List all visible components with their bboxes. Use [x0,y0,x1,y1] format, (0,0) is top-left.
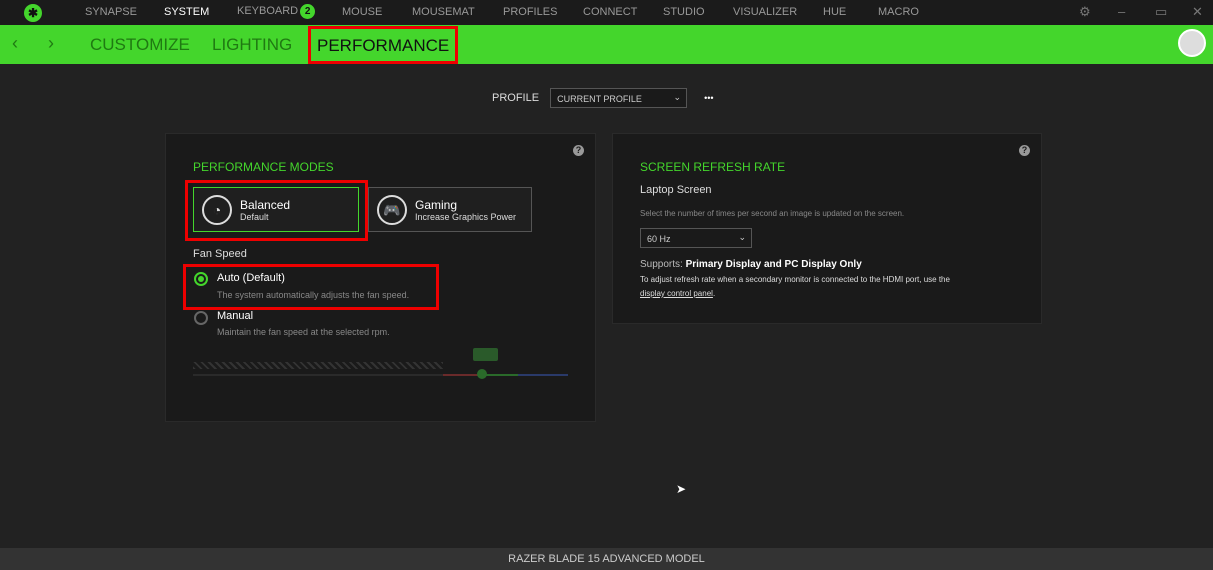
refresh-rate-panel: SCREEN REFRESH RATE ? Laptop Screen Sele… [612,133,1042,324]
refresh-rate-title: SCREEN REFRESH RATE [640,160,786,174]
fan-slider-red [443,374,478,376]
profile-label: PROFILE [492,92,540,104]
chevron-down-icon: ⌄ [673,92,682,102]
sub-nav: ‹ › CUSTOMIZE LIGHTING PERFORMANCE [0,25,1213,64]
refresh-rate-dropdown[interactable]: 60 Hz ⌄ [640,228,752,248]
razer-logo-icon[interactable]: ✱ [24,3,42,22]
nav-hue[interactable]: HUE [823,6,846,18]
forward-arrow-icon[interactable]: › [48,33,54,54]
top-nav: ✱ SYNAPSE SYSTEM KEYBOARD 2 MOUSE MOUSEMA… [0,0,1213,25]
tab-performance[interactable]: PERFORMANCE [308,26,459,64]
supports-label: Supports: [640,259,683,270]
laptop-screen-label: Laptop Screen [640,184,712,196]
nav-profiles[interactable]: PROFILES [503,6,557,18]
nav-connect[interactable]: CONNECT [583,6,637,18]
help-icon[interactable]: ? [573,145,584,156]
mode-sub: Increase Graphics Power [415,211,517,222]
profile-selector: PROFILE CURRENT PROFILE ⌄ ••• [492,88,714,108]
gamepad-icon: 🎮 [377,194,407,225]
fan-slider-handle[interactable] [477,369,487,379]
fan-slider-tooltip [473,348,498,361]
nav-synapse[interactable]: SYNAPSE [85,6,137,18]
supports-line: Supports: Primary Display and PC Display… [640,259,862,270]
fan-manual-label[interactable]: Manual [217,310,253,322]
nav-visualizer[interactable]: VISUALIZER [733,6,797,18]
refresh-rate-value: 60 Hz [647,234,671,244]
maximize-icon[interactable]: ▭ [1155,4,1167,20]
period: . [712,289,716,298]
nav-keyboard[interactable]: KEYBOARD 2 [237,4,316,19]
performance-modes-panel: PERFORMANCE MODES ? ◔ Balanced Default 🎮 … [165,133,596,422]
tab-lighting[interactable]: LIGHTING [212,35,292,55]
profile-value: CURRENT PROFILE [557,94,642,104]
chevron-down-icon: ⌄ [738,232,746,242]
nav-system[interactable]: SYSTEM [164,6,209,18]
nav-macro[interactable]: MACRO [878,6,919,18]
mouse-cursor-icon: ➤ [676,482,687,496]
highlight-box [185,180,368,241]
highlight-box [183,264,439,310]
fan-speed-label: Fan Speed [193,248,247,260]
display-control-panel-link[interactable]: display control panel [640,289,713,298]
profile-dropdown[interactable]: CURRENT PROFILE ⌄ [550,88,688,108]
fan-manual-desc: Maintain the fan speed at the selected r… [217,327,390,337]
more-options-button[interactable]: ••• [704,93,713,103]
tab-customize[interactable]: CUSTOMIZE [90,35,190,55]
refresh-desc: Select the number of times per second an… [640,209,905,218]
nav-mouse[interactable]: MOUSE [342,6,382,18]
minimize-icon[interactable]: – [1118,4,1125,19]
supports-value: Primary Display and PC Display Only [685,259,862,270]
nav-studio[interactable]: STUDIO [663,6,705,18]
nav-keyboard-label: KEYBOARD [237,5,299,17]
refresh-note: To adjust refresh rate when a secondary … [640,275,950,284]
fan-chart-hatch [193,362,443,369]
nav-mousemat[interactable]: MOUSEMAT [412,6,475,18]
device-name-footer: RAZER BLADE 15 ADVANCED MODEL [0,548,1213,570]
user-avatar[interactable] [1178,29,1206,57]
fan-manual-radio[interactable] [194,311,208,325]
keyboard-badge: 2 [300,4,316,19]
back-arrow-icon[interactable]: ‹ [12,33,18,54]
mode-gaming[interactable]: 🎮 Gaming Increase Graphics Power [368,187,532,232]
performance-modes-title: PERFORMANCE MODES [193,160,334,174]
refresh-link-line: display control panel. [640,289,715,298]
settings-gear-icon[interactable]: ⚙ [1079,4,1091,20]
mode-name: Gaming [415,197,458,212]
fan-slider-blue [518,374,568,376]
help-icon[interactable]: ? [1019,145,1030,156]
close-icon[interactable]: ✕ [1192,4,1203,20]
